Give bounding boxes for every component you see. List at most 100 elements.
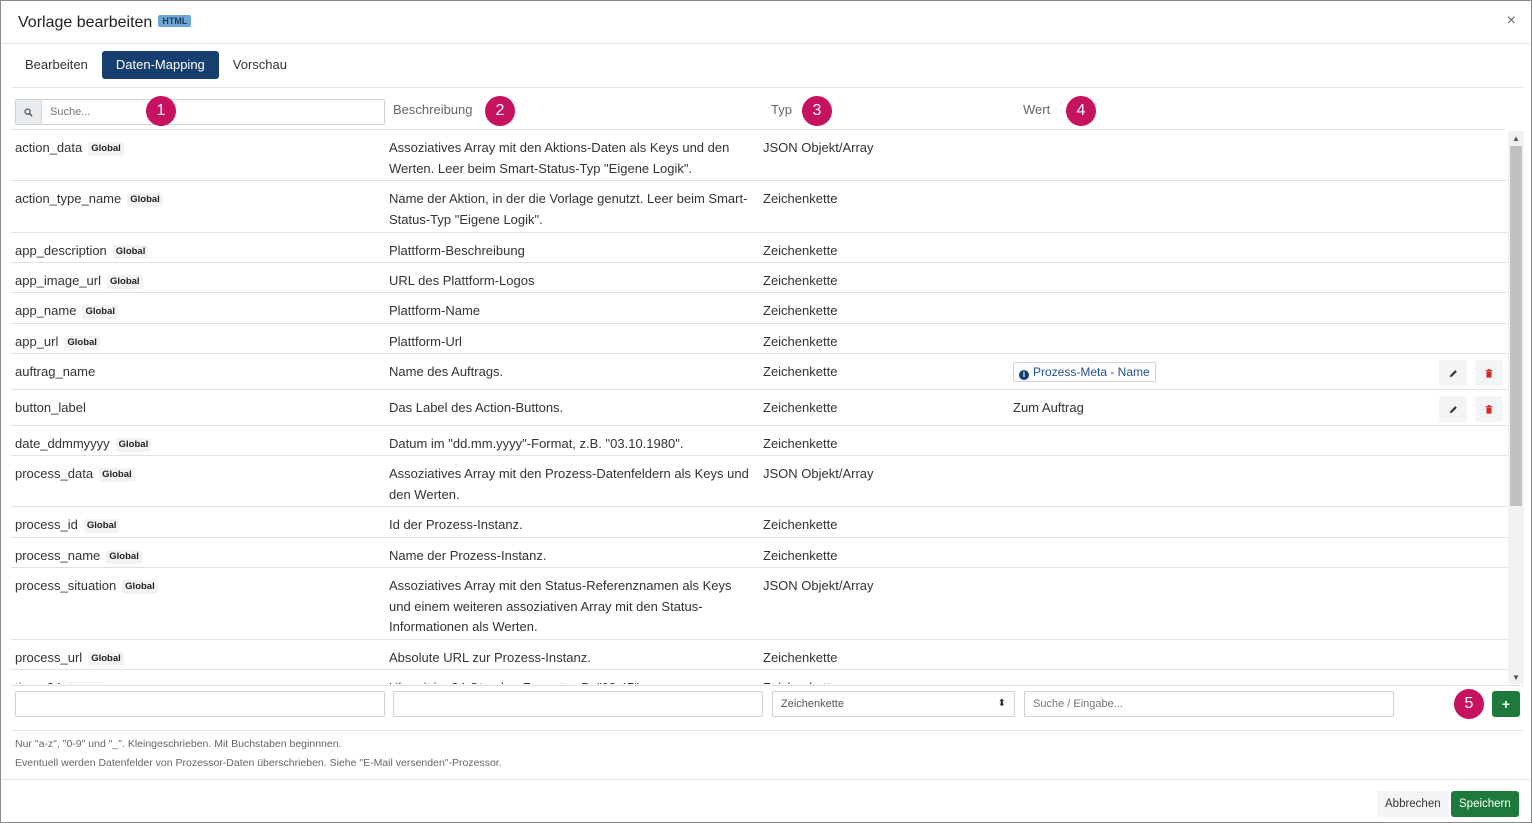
table-row[interactable]: date_ddmmyyyy Global Datum im "dd.mm.yyyy"… <box>11 426 1507 456</box>
new-name-input[interactable] <box>15 691 385 717</box>
table-scrollbar[interactable]: ▲ ▼ <box>1508 131 1524 684</box>
field-name-cell: action_type_name Global <box>15 189 375 210</box>
pencil-icon <box>1449 369 1457 377</box>
field-name-cell: app_name Global <box>15 301 375 322</box>
edit-button[interactable] <box>1439 360 1467 386</box>
table-row[interactable]: app_image_url Global URL des Plattform-Log… <box>11 263 1507 293</box>
value-cell: Zum Auftrag <box>1013 398 1413 419</box>
description-cell: Assoziatives Array mit den Prozess-Daten… <box>389 466 749 502</box>
table-row[interactable]: action_type_name Global Name der Aktion, i… <box>11 181 1507 233</box>
scroll-thumb[interactable] <box>1510 146 1522 506</box>
field-name: process_name <box>15 548 101 563</box>
new-description-input[interactable] <box>393 691 763 717</box>
global-badge: Global <box>88 652 124 666</box>
type-cell: Zeichenkette <box>763 334 838 349</box>
type-cell: JSON Objekt/Array <box>763 140 874 155</box>
table-row[interactable]: app_description Global Plattform-Beschreib… <box>11 233 1507 263</box>
new-type-selected: Zeichenkette <box>781 698 844 710</box>
field-name: app_url <box>15 334 59 349</box>
save-button[interactable]: Speichern <box>1451 791 1519 817</box>
marker-5: 5 <box>1454 689 1484 719</box>
column-header-type[interactable]: Typ <box>771 102 792 117</box>
new-type-select[interactable]: Zeichenkette ⬍ <box>772 691 1015 717</box>
edit-template-dialog: Vorlage bearbeiten HTML × Bearbeiten Daten… <box>0 0 1532 823</box>
global-badge: Global <box>107 275 143 289</box>
dialog-title: Vorlage bearbeiten HTML <box>18 14 192 32</box>
column-header-value[interactable]: Wert <box>1023 102 1050 117</box>
global-badge: Global <box>82 305 119 319</box>
description-cell: Name der Prozess-Instanz. <box>389 548 547 563</box>
field-name: action_data <box>15 140 83 155</box>
field-name-cell: auftrag_name <box>15 362 375 383</box>
divider <box>11 730 1523 731</box>
table-row[interactable]: time_24 Global Uhrzeit im 24-Stunden-Forma… <box>11 670 1507 684</box>
close-icon[interactable]: × <box>1507 12 1516 30</box>
add-mapping-button[interactable]: + <box>1492 691 1520 717</box>
table-row[interactable]: process_url Global Absolute URL zur Prozes… <box>11 640 1507 670</box>
type-cell: Zeichenkette <box>763 191 838 206</box>
info-icon: i <box>1019 370 1029 380</box>
global-badge: Global <box>83 519 120 533</box>
global-badge: Global <box>112 245 149 259</box>
value-cell: i Prozess-Meta - Name <box>1013 362 1413 383</box>
field-name-cell: button_label <box>15 398 375 419</box>
table-row[interactable]: process_id Global Id der Prozess-Instanz. Z… <box>11 507 1507 538</box>
field-name: auftrag_name <box>15 364 96 379</box>
description-cell: Plattform-Beschreibung <box>389 243 525 258</box>
edit-button[interactable] <box>1439 396 1467 422</box>
table-row[interactable]: app_url Global Plattform-Url Zeichenkette <box>11 324 1507 354</box>
type-cell: Zeichenkette <box>763 400 838 415</box>
value-reference-chip[interactable]: i Prozess-Meta - Name <box>1013 362 1156 382</box>
divider <box>11 87 1523 88</box>
description-cell: Name der Aktion, in der die Vorlage genu… <box>389 191 748 227</box>
field-name: action_type_name <box>15 191 122 206</box>
table-row[interactable]: button_label Das Label des Action-Buttons… <box>11 390 1507 426</box>
cancel-button[interactable]: Abbrechen <box>1377 791 1449 817</box>
global-badge: Global <box>67 682 103 684</box>
table-row[interactable]: process_name Global Name der Prozess-Insta… <box>11 538 1507 568</box>
global-badge: Global <box>88 142 124 156</box>
marker-1: 1 <box>146 96 176 126</box>
value-reference-label: Prozess-Meta - Name <box>1033 365 1150 379</box>
table-row[interactable]: action_data Global Assoziatives Array mit … <box>11 130 1507 181</box>
description-cell: Absolute URL zur Prozess-Instanz. <box>389 650 591 665</box>
global-badge: Global <box>106 550 142 564</box>
marker-2: 2 <box>485 96 515 126</box>
table-row[interactable]: auftrag_name Name des Auftrags. Zeichenket… <box>11 354 1507 390</box>
tab-daten-mapping[interactable]: Daten-Mapping <box>101 51 219 79</box>
table-row[interactable]: app_name Global Plattform-Name Zeichenkette <box>11 293 1507 324</box>
table-row[interactable]: process_data Global Assoziatives Array mit… <box>11 456 1507 507</box>
field-name-cell: action_data Global <box>15 138 375 159</box>
global-badge: Global <box>115 438 152 452</box>
tab-vorschau[interactable]: Vorschau <box>221 51 299 79</box>
field-name-cell: app_description Global <box>15 241 375 262</box>
scroll-up-icon[interactable]: ▲ <box>1508 131 1524 145</box>
search-icon <box>16 100 42 124</box>
table-row[interactable]: process_situation Global Assoziatives Arra… <box>11 568 1507 640</box>
description-cell: Assoziatives Array mit den Aktions-Daten… <box>389 140 730 176</box>
divider <box>2 779 1530 780</box>
delete-button[interactable] <box>1475 360 1503 386</box>
new-value-input[interactable] <box>1024 691 1394 717</box>
field-name-cell: time_24 Global <box>15 678 375 684</box>
description-cell: Uhrzeit im 24-Stunden-Format, z.B. "08:4… <box>389 678 753 684</box>
search-input[interactable] <box>42 100 384 124</box>
delete-button[interactable] <box>1475 396 1503 422</box>
field-name-cell: app_image_url Global <box>15 271 375 292</box>
tab-bearbeiten[interactable]: Bearbeiten <box>13 51 100 79</box>
scroll-down-icon[interactable]: ▼ <box>1508 670 1524 684</box>
html-badge: HTML <box>158 15 192 27</box>
type-cell: Zeichenkette <box>763 548 838 563</box>
tab-bar: Bearbeiten Daten-Mapping Vorschau <box>13 51 301 79</box>
description-cell: Plattform-Name <box>389 303 481 318</box>
hint-overwrite: Eventuell werden Datenfelder von Prozess… <box>15 757 502 769</box>
mapping-table: action_data Global Assoziatives Array mit … <box>11 130 1507 684</box>
field-name: button_label <box>15 400 86 415</box>
type-cell: Zeichenkette <box>763 303 838 318</box>
global-badge: Global <box>64 336 100 350</box>
column-header-description[interactable]: Beschreibung <box>393 102 473 117</box>
type-cell: Zeichenkette <box>763 678 1003 684</box>
description-cell: Datum im "dd.mm.yyyy"-Format, z.B. "03.1… <box>389 436 684 451</box>
hint-naming-rules: Nur "a-z", "0-9" und "_". Kleingeschrieb… <box>15 738 342 750</box>
description-cell: URL des Plattform-Logos <box>389 273 535 288</box>
